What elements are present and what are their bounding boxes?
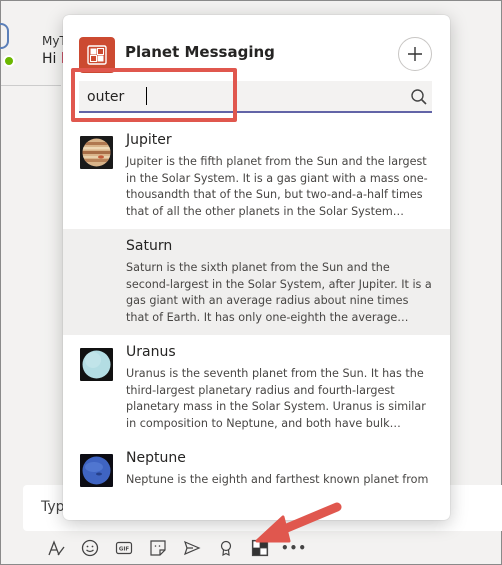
emoji-icon[interactable] [73,533,107,563]
list-item-uranus[interactable]: Uranus Uranus is the seventh planet from… [63,335,450,441]
neptune-thumbnail [80,454,113,487]
popup-title: Planet Messaging [125,43,275,61]
praise-icon[interactable] [209,533,243,563]
sticker-icon[interactable] [141,533,175,563]
gif-icon[interactable]: GIF [107,533,141,563]
planet-messaging-popup: Planet Messaging Jupit [63,15,450,520]
item-title: Uranus [126,344,176,360]
add-button[interactable] [398,37,432,71]
item-title: Neptune [126,450,186,466]
item-description: Neptune is the eighth and farthest known… [126,473,429,486]
format-icon[interactable] [39,533,73,563]
send-icon[interactable] [175,533,209,563]
item-description: Jupiter is the fifth planet from the Sun… [126,155,428,218]
list-item-jupiter[interactable]: Jupiter Jupiter is the fifth planet from… [63,123,450,229]
chat-message: Hi l [42,51,65,67]
plus-icon [408,47,422,61]
compose-placeholder: Typ [41,499,65,515]
annotation-highlight-box [71,68,237,122]
item-title: Jupiter [126,132,172,148]
item-description: Uranus is the seventh planet from the Su… [126,367,426,430]
chat-message-text: Hi [42,51,57,67]
item-description: Saturn is the sixth planet from the Sun … [126,261,432,324]
jupiter-thumbnail [80,136,113,169]
uranus-thumbnail [80,348,113,381]
avatar [0,23,9,49]
annotation-arrow [255,502,342,543]
item-title: Saturn [126,238,173,254]
results-list: Jupiter Jupiter is the fifth planet from… [63,123,450,520]
svg-text:GIF: GIF [119,547,130,553]
list-item-saturn[interactable]: Saturn Saturn is the sixth planet from t… [63,229,450,335]
search-icon[interactable] [409,87,429,107]
presence-status-icon [3,55,15,67]
divider [1,85,61,86]
